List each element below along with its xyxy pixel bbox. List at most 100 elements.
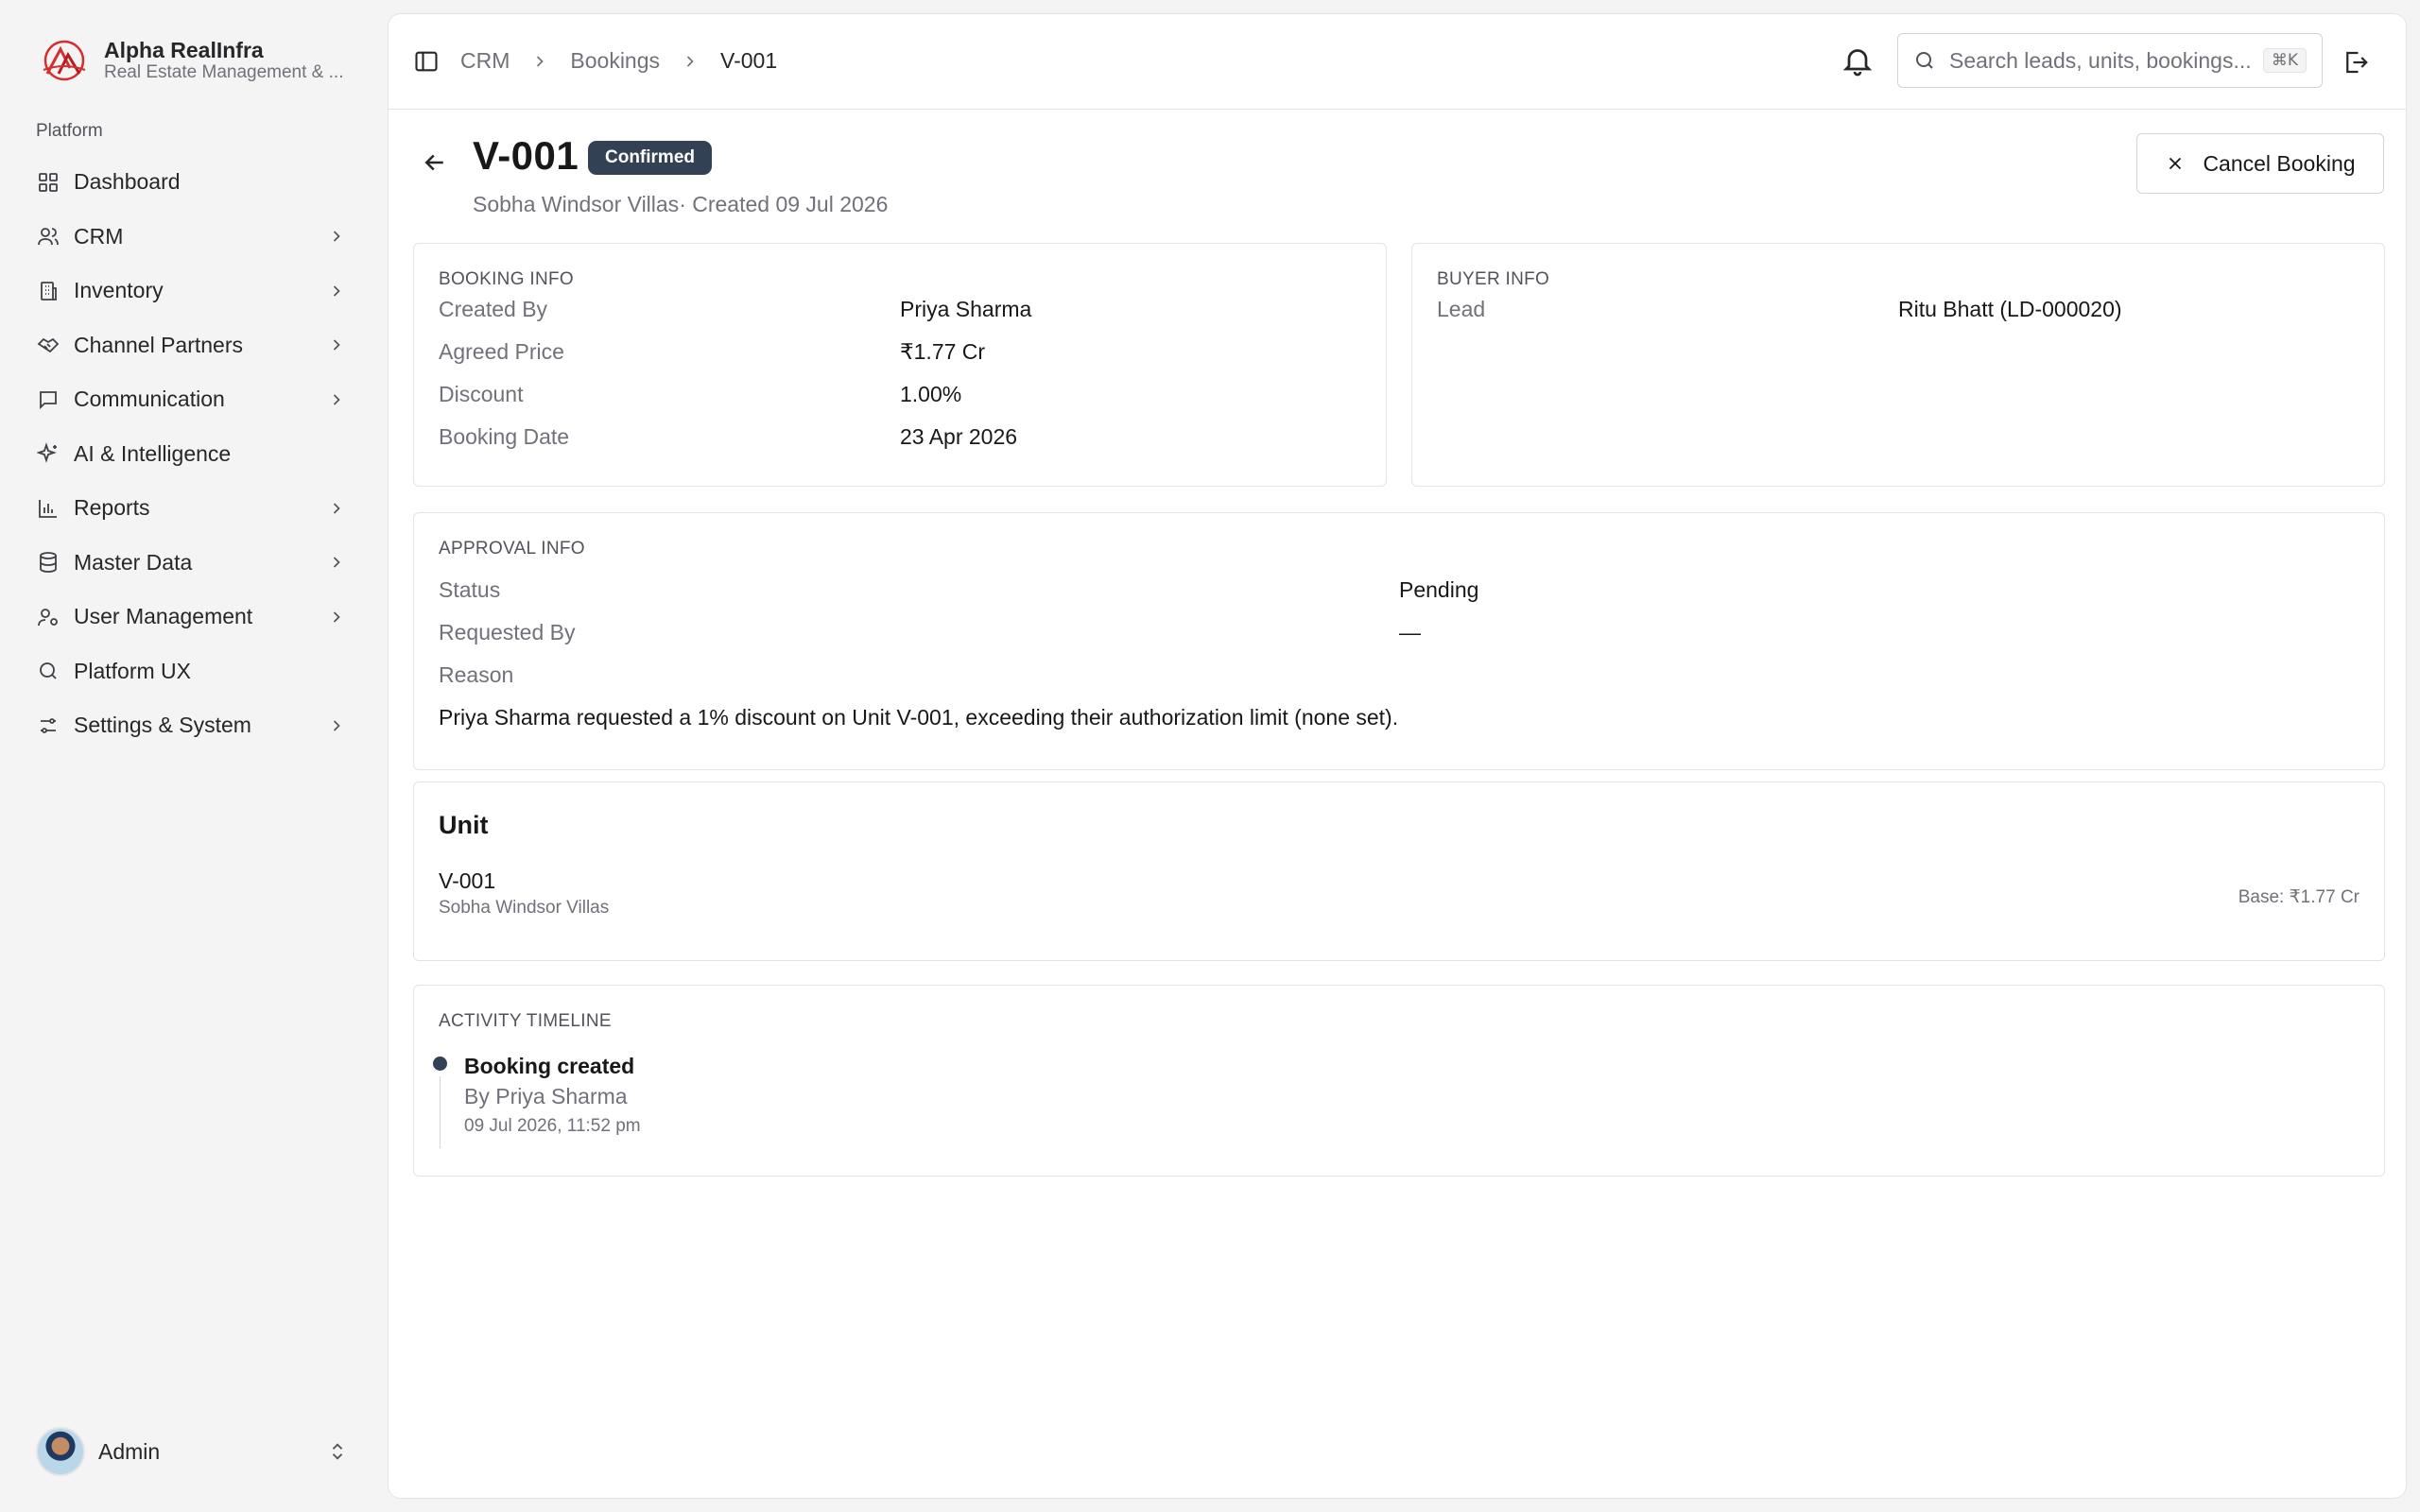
approval-reason: Priya Sharma requested a 1% discount on …: [439, 705, 1399, 730]
search-icon: [1916, 52, 1933, 69]
bar-chart-icon: [36, 496, 60, 521]
kv-value: Ritu Bhatt (LD-000020): [1898, 297, 2122, 321]
sidebar-item-label: AI & Intelligence: [74, 440, 232, 466]
avatar: [36, 1427, 85, 1476]
card-label: BUYER INFO: [1437, 269, 1550, 289]
chevrons-up-down-icon: [332, 1443, 343, 1460]
sidebar-item-label: Platform UX: [74, 658, 191, 683]
sidebar-item-user-management[interactable]: User Management: [23, 590, 359, 644]
kv-value: Priya Sharma: [900, 297, 1032, 321]
status-badge: Confirmed: [588, 141, 712, 175]
project-name: Sobha Windsor Villas: [473, 192, 680, 216]
sidebar-item-label: Inventory: [74, 278, 164, 303]
buyer-info-card: BUYER INFO Lead Ritu Bhatt (LD-000020): [1411, 243, 2385, 487]
chevron-right-icon: [333, 231, 340, 242]
chevron-right-icon: [333, 611, 340, 623]
brand[interactable]: Alpha RealInfra Real Estate Management &…: [38, 34, 345, 87]
chevron-right-icon: [333, 285, 340, 297]
timeline-line: [440, 1076, 441, 1148]
search-box[interactable]: ⌘K: [1897, 33, 2323, 88]
chevron-right-icon: [333, 339, 340, 351]
chevron-right-icon: [333, 503, 340, 514]
sidebar-item-reports[interactable]: Reports: [23, 481, 359, 536]
sidebar-item-label: Channel Partners: [74, 332, 243, 357]
search-input[interactable]: [1949, 47, 2263, 74]
sliders-icon: [36, 713, 60, 738]
sidebar-nav: Dashboard CRM Inventory Channel Partners…: [23, 155, 359, 753]
sidebar-item-label: Communication: [74, 387, 225, 412]
topbar: CRM Bookings V-001 ⌘K: [389, 14, 2406, 110]
sidebar-item-label: Reports: [74, 495, 150, 521]
sidebar-item-ai-intelligence[interactable]: AI & Intelligence: [23, 427, 359, 482]
card-label: ACTIVITY TIMELINE: [439, 1011, 612, 1031]
chevron-right-icon: [537, 55, 544, 67]
sidebar-item-settings-system[interactable]: Settings & System: [23, 698, 359, 753]
sidebar-item-label: User Management: [74, 604, 253, 629]
breadcrumb-current: V-001: [720, 48, 778, 73]
card-label: APPROVAL INFO: [439, 539, 585, 558]
timeline-dot: [433, 1057, 447, 1071]
sidebar-item-label: Settings & System: [74, 713, 251, 738]
building-icon: [36, 279, 60, 303]
sidebar-item-label: Master Data: [74, 549, 193, 575]
brand-tagline: Real Estate Management & ...: [104, 62, 344, 82]
sidebar-item-crm[interactable]: CRM: [23, 210, 359, 265]
kv-key: Reason: [439, 662, 514, 687]
chevron-right-icon: [333, 557, 340, 568]
unit-base-price: Base: ₹1.77 Cr: [2238, 887, 2360, 907]
chevron-right-icon: [686, 55, 694, 67]
sidebar-toggle-icon[interactable]: [413, 48, 440, 75]
activity-timeline-card: ACTIVITY TIMELINE Booking created By Pri…: [413, 985, 2385, 1177]
back-arrow-icon[interactable]: [421, 148, 449, 177]
user-name: Admin: [98, 1438, 161, 1464]
breadcrumb-crm[interactable]: CRM: [460, 48, 510, 74]
sidebar: Alpha RealInfra Real Estate Management &…: [0, 0, 388, 1512]
cancel-booking-label: Cancel Booking: [2203, 150, 2356, 176]
user-menu[interactable]: Admin: [36, 1425, 348, 1478]
unit-card: Unit V-001 Sobha Windsor Villas Base: ₹1…: [413, 782, 2385, 961]
created-date: · Created 09 Jul 2026: [679, 192, 889, 216]
brand-logo-icon: [43, 40, 86, 81]
bell-icon[interactable]: [1841, 43, 1875, 77]
user-cog-icon: [36, 605, 60, 629]
sidebar-section-label: Platform: [36, 121, 103, 141]
kv-value: Pending: [1399, 577, 1479, 602]
timeline-event-title: Booking created: [464, 1054, 635, 1078]
page-subtitle: Sobha Windsor Villas· Created 09 Jul 202…: [473, 192, 888, 217]
kv-key: Created By: [439, 297, 548, 321]
sidebar-item-channel-partners[interactable]: Channel Partners: [23, 318, 359, 373]
sidebar-item-label: CRM: [74, 223, 124, 249]
unit-code[interactable]: V-001: [439, 868, 495, 894]
unit-heading: Unit: [439, 811, 489, 839]
handshake-icon: [36, 333, 60, 357]
database-icon: [36, 550, 60, 575]
chevron-right-icon: [333, 394, 340, 405]
sparkles-icon: [36, 441, 60, 466]
sidebar-item-label: Dashboard: [74, 169, 181, 195]
sidebar-item-dashboard[interactable]: Dashboard: [23, 155, 359, 210]
page-title: V-001: [473, 133, 579, 178]
sidebar-item-platform-ux[interactable]: Platform UX: [23, 644, 359, 699]
sidebar-item-communication[interactable]: Communication: [23, 372, 359, 427]
timeline-event-by: By Priya Sharma: [464, 1084, 628, 1108]
breadcrumb-bookings[interactable]: Bookings: [570, 48, 660, 74]
sidebar-item-inventory[interactable]: Inventory: [23, 264, 359, 318]
kv-value: 1.00%: [900, 382, 962, 406]
kv-key: Requested By: [439, 620, 576, 644]
logout-icon[interactable]: [2342, 48, 2370, 77]
kv-value: 23 Apr 2026: [900, 424, 1018, 449]
unit-project: Sobha Windsor Villas: [439, 898, 610, 918]
sidebar-item-master-data[interactable]: Master Data: [23, 536, 359, 591]
approval-info-card: APPROVAL INFO Status Pending Requested B…: [413, 512, 2385, 770]
cancel-booking-button[interactable]: Cancel Booking: [2136, 133, 2384, 194]
kv-value: —: [1399, 620, 1421, 644]
search-shortcut: ⌘K: [2262, 48, 2307, 73]
close-icon: [2169, 157, 2182, 170]
breadcrumb: CRM Bookings V-001: [460, 48, 777, 74]
chevron-right-icon: [333, 720, 340, 731]
booking-info-card: BOOKING INFO Created By Priya Sharma Agr…: [413, 243, 1387, 487]
kv-key: Lead: [1437, 297, 1486, 321]
message-icon: [36, 387, 60, 412]
kv-key: Discount: [439, 382, 524, 406]
brand-name: Alpha RealInfra: [104, 38, 264, 62]
